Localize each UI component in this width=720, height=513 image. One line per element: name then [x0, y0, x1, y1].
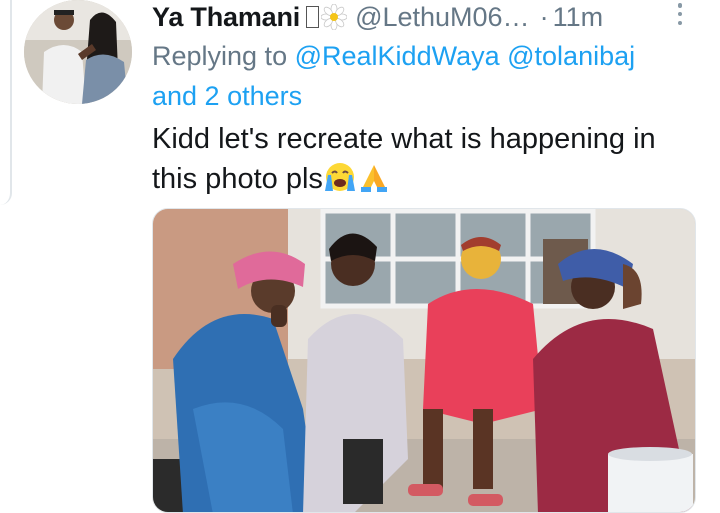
mention-tolanibaj[interactable]: @tolanibaj [507, 41, 635, 71]
tweet[interactable]: Ya Thamani @LethuM06… · 11m Replying to … [0, 0, 720, 513]
thread-edge [0, 0, 12, 205]
handle[interactable]: @LethuM06… [355, 2, 530, 33]
display-name[interactable]: Ya Thamani [152, 2, 300, 33]
crying-face-emoji [323, 161, 357, 204]
replying-prefix: Replying to [152, 41, 288, 71]
tweet-text-line-2: this photo pls [152, 163, 323, 195]
folded-hands-emoji [357, 161, 391, 204]
separator-dot: · [539, 1, 549, 32]
missing-glyph [306, 6, 320, 28]
tweet-photo[interactable] [152, 208, 696, 513]
mention-others[interactable]: and 2 others [152, 81, 302, 111]
tweet-text-line-1: Kidd let's recreate what is happening in [152, 123, 656, 155]
replying-to: Replying to @RealKiddWaya @tolanibaj and… [152, 36, 712, 116]
timestamp[interactable]: 11m [553, 2, 604, 33]
daisy-icon [321, 4, 348, 30]
tweet-text: Kidd let's recreate what is happening in… [152, 119, 712, 204]
avatar[interactable] [24, 0, 132, 104]
more-options-icon[interactable] [676, 3, 684, 25]
mention-realkiddwaya[interactable]: @RealKiddWaya [295, 41, 500, 71]
tweet-header: Ya Thamani @LethuM06… · 11m [152, 0, 603, 34]
